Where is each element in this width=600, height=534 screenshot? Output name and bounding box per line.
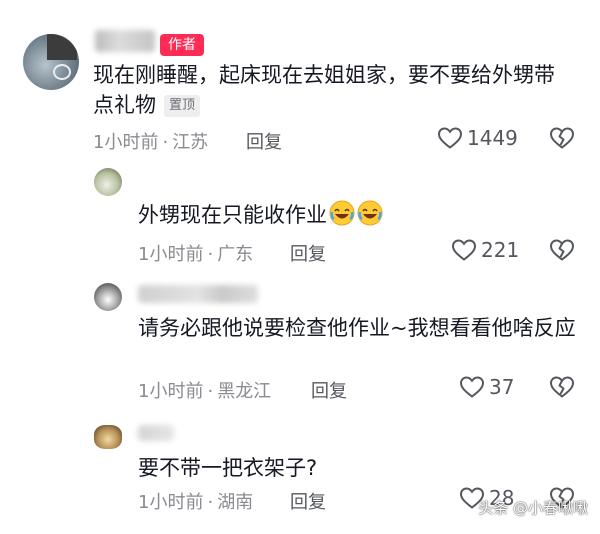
- meta-separator: ·: [207, 244, 214, 265]
- comment-location: 湖南: [217, 492, 254, 513]
- pinned-badge: 置顶: [164, 95, 201, 117]
- avatar-emblem: [53, 64, 71, 80]
- reply-button[interactable]: 回复: [311, 377, 347, 403]
- author-avatar[interactable]: [23, 34, 79, 90]
- like-count: 37: [489, 375, 515, 399]
- reply-avatar[interactable]: [94, 283, 122, 311]
- dislike-button[interactable]: [549, 126, 575, 150]
- reply-meta: 1小时前 · 广东: [138, 240, 253, 266]
- reply-button[interactable]: 回复: [290, 240, 326, 266]
- broken-heart-icon: [549, 376, 575, 398]
- reply-avatar[interactable]: [94, 168, 122, 196]
- reply-text: 请务必跟他说要检查他作业~我想看看他啥反应: [138, 316, 576, 340]
- reply-body: 外甥现在只能收作业: [138, 203, 327, 227]
- reply-text: 外甥现在只能收作业: [138, 200, 383, 234]
- dislike-button[interactable]: [549, 238, 575, 262]
- like-count: 221: [481, 238, 520, 262]
- reply-username-blurred[interactable]: [138, 425, 174, 441]
- reply-avatar[interactable]: [94, 425, 122, 449]
- comment-time: 1小时前: [138, 492, 204, 513]
- comment-location: 江苏: [172, 132, 209, 153]
- main-comment-body: 现在刚睡醒，起床现在去姐姐家，要不要给外甥带点礼物: [93, 63, 555, 117]
- laughing-emoji-icon: [329, 200, 355, 234]
- like-button[interactable]: 221: [451, 238, 519, 262]
- source-watermark: 头条 @小春啾啾: [478, 499, 588, 517]
- heart-outline-icon: [437, 127, 463, 149]
- heart-outline-icon: [451, 239, 477, 261]
- author-badge: 作者: [160, 34, 204, 56]
- reply-button[interactable]: 回复: [246, 128, 282, 154]
- main-comment-meta: 1小时前 · 江苏: [93, 128, 208, 154]
- reply-meta: 1小时前 · 湖南: [138, 488, 253, 514]
- comment-time: 1小时前: [138, 244, 204, 265]
- reply-meta: 1小时前 · 黑龙江: [138, 377, 271, 403]
- like-count: 1449: [467, 126, 518, 150]
- dislike-button[interactable]: [549, 375, 575, 399]
- meta-separator: ·: [207, 381, 214, 402]
- like-button[interactable]: 37: [459, 375, 514, 399]
- laughing-emoji-icon: [357, 200, 383, 234]
- main-comment-text: 现在刚睡醒，起床现在去姐姐家，要不要给外甥带点礼物 置顶: [93, 60, 573, 120]
- author-name-blurred[interactable]: [95, 30, 155, 52]
- heart-outline-icon: [459, 376, 485, 398]
- broken-heart-icon: [549, 239, 575, 261]
- comment-time: 1小时前: [138, 381, 204, 402]
- comment-location: 黑龙江: [217, 381, 272, 402]
- reply-text: 要不带一把衣架子?: [138, 456, 318, 480]
- comment-time: 1小时前: [93, 132, 159, 153]
- meta-separator: ·: [162, 132, 169, 153]
- broken-heart-icon: [549, 127, 575, 149]
- like-button[interactable]: 1449: [437, 126, 518, 150]
- reply-button[interactable]: 回复: [290, 488, 326, 514]
- meta-separator: ·: [207, 492, 214, 513]
- avatar-occluder: [47, 34, 77, 60]
- reply-username-blurred[interactable]: [138, 285, 258, 303]
- comment-location: 广东: [217, 244, 254, 265]
